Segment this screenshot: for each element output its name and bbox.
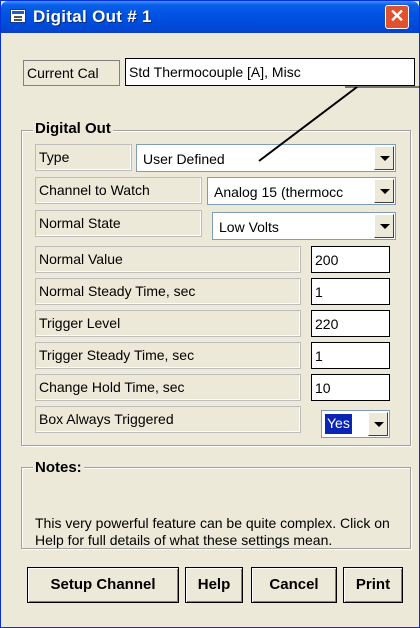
close-icon[interactable]: ✕: [385, 5, 409, 29]
window-title: Digital Out # 1: [33, 7, 152, 26]
channel-label: Channel to Watch: [35, 177, 202, 204]
title-bar[interactable]: Digital Out # 1 ✕: [1, 1, 419, 33]
change-hold-time-input[interactable]: 10: [311, 374, 390, 401]
dropdown-arrow-icon[interactable]: [374, 214, 394, 238]
dropdown-arrow-icon[interactable]: [368, 412, 388, 436]
current-cal-field[interactable]: Std Thermocouple [A], Misc: [125, 58, 415, 86]
print-button[interactable]: Print: [343, 567, 403, 603]
normal-value-input[interactable]: 200: [311, 246, 390, 273]
window-icon: [10, 9, 26, 23]
notes-text: This very powerful feature can be quite …: [35, 515, 390, 548]
dialog-window: Digital Out # 1 ✕ Current Cal Std Thermo…: [0, 0, 420, 628]
dropdown-arrow-icon[interactable]: [374, 146, 394, 170]
trigger-level-label: Trigger Level: [35, 310, 301, 337]
normal-steady-time-input[interactable]: 1: [311, 278, 390, 305]
trigger-level-input[interactable]: 220: [311, 310, 390, 337]
digital-out-legend: Digital Out: [33, 120, 113, 137]
type-dropdown[interactable]: User Defined: [136, 144, 396, 172]
trigger-steady-time-input[interactable]: 1: [311, 342, 390, 369]
normal-state-value: Low Volts: [219, 219, 279, 235]
type-value: User Defined: [143, 151, 225, 167]
type-label: Type: [35, 144, 132, 171]
help-button[interactable]: Help: [185, 567, 243, 603]
normal-steady-time-label: Normal Steady Time, sec: [35, 278, 301, 305]
normal-state-label: Normal State: [35, 210, 202, 237]
channel-value: Analog 15 (thermocc: [214, 184, 344, 200]
always-triggered-label: Box Always Triggered: [35, 406, 301, 433]
normal-value-label: Normal Value: [35, 246, 301, 273]
always-triggered-dropdown[interactable]: Yes: [321, 410, 390, 438]
change-hold-time-label: Change Hold Time, sec: [35, 374, 301, 401]
channel-dropdown[interactable]: Analog 15 (thermocc: [207, 177, 396, 205]
normal-state-dropdown[interactable]: Low Volts: [212, 212, 396, 240]
setup-channel-button[interactable]: Setup Channel: [27, 567, 179, 603]
always-triggered-value: Yes: [324, 413, 353, 435]
notes-legend: Notes:: [33, 459, 84, 476]
current-cal-label: Current Cal: [23, 60, 120, 86]
cancel-button[interactable]: Cancel: [251, 567, 337, 603]
trigger-steady-time-label: Trigger Steady Time, sec: [35, 342, 301, 369]
dropdown-arrow-icon[interactable]: [374, 179, 394, 203]
